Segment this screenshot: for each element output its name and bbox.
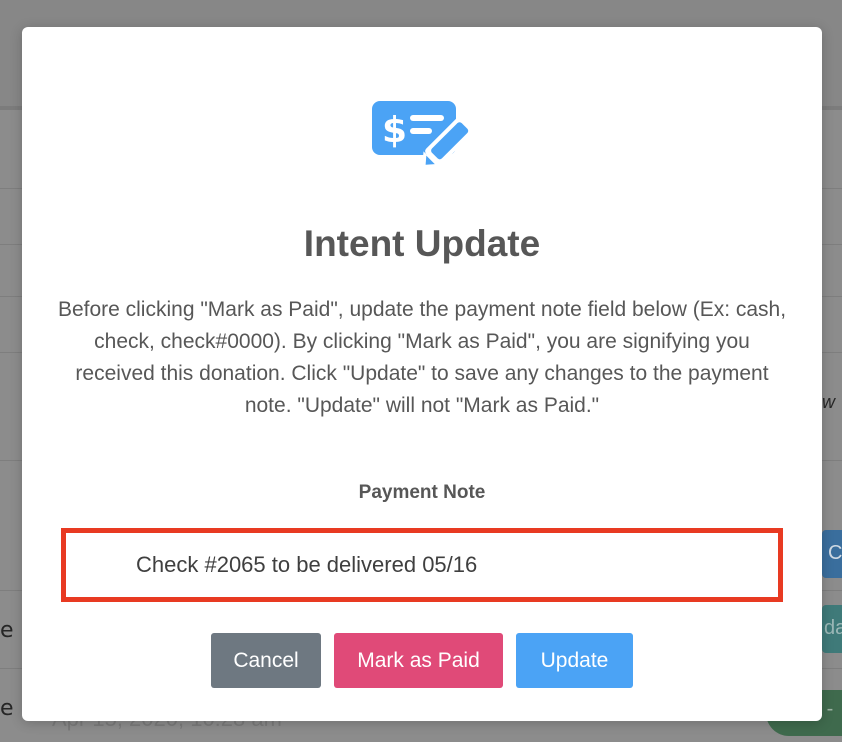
mark-as-paid-button[interactable]: Mark as Paid	[334, 633, 503, 688]
background-teal-button-label: dat	[824, 617, 842, 639]
intent-update-modal: $ Intent Update Before clicking "Mark as…	[22, 27, 822, 721]
payment-note-label: Payment Note	[358, 482, 486, 503]
background-blue-button-label: Ca	[828, 542, 842, 564]
background-text-fragment: w	[822, 392, 835, 412]
background-blue-button: Ca	[822, 530, 842, 578]
svg-text:$: $	[382, 110, 407, 151]
background-row-text: e	[0, 618, 14, 643]
modal-description: Before clicking "Mark as Paid", update t…	[57, 298, 787, 417]
update-button[interactable]: Update	[516, 633, 633, 688]
modal-title: Intent Update	[303, 223, 541, 264]
check-payment-icon: $	[372, 101, 472, 169]
cancel-button[interactable]: Cancel	[211, 633, 321, 688]
background-teal-button: dat	[822, 605, 842, 653]
payment-note-input[interactable]	[73, 539, 771, 591]
background-row-text: e	[0, 696, 14, 721]
